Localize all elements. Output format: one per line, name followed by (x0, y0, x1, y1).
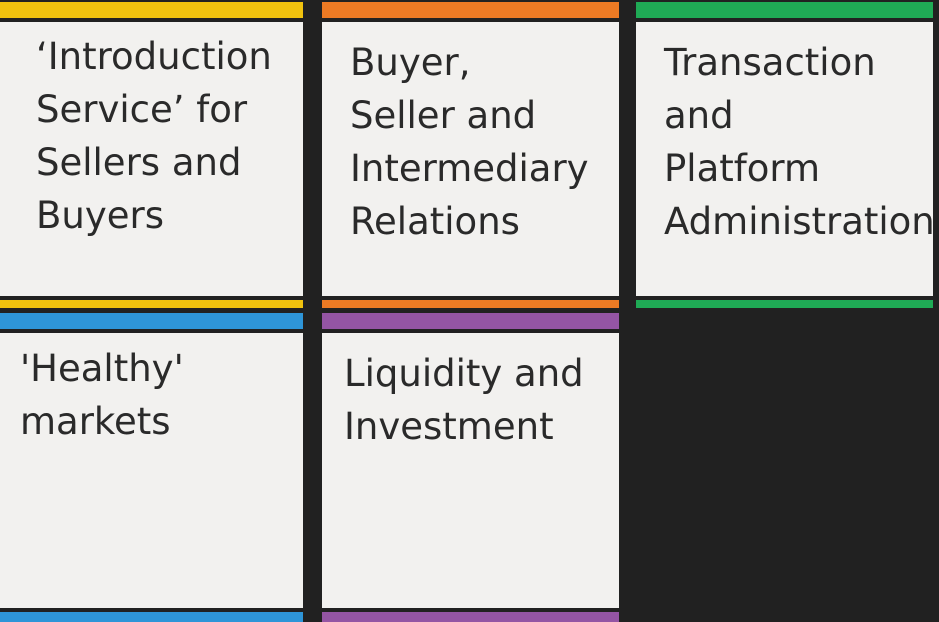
tile-label-line: Sellers and (36, 141, 242, 184)
tile-buyer-seller-relations: Buyer, Seller and Intermediary Relations (322, 0, 619, 312)
tile-top-bar (322, 313, 619, 329)
tile-top-bar (0, 2, 303, 18)
tile-panel: Liquidity and Investment (322, 333, 619, 608)
tile-label-line: markets (20, 400, 171, 443)
tile-top-bar (636, 2, 933, 18)
tile-bottom-bar (636, 300, 933, 308)
tile-label-line: Administration (664, 200, 935, 243)
tile-liquidity-investment: Liquidity and Investment (322, 312, 619, 622)
tile-label-line: Seller and (350, 94, 537, 137)
tile-top-bar (0, 313, 303, 329)
tile-label: Buyer, Seller and Intermediary Relations (350, 36, 589, 248)
tile-label: Transaction and Platform Administration (664, 36, 935, 248)
tile-panel: 'Healthy' markets (0, 333, 303, 608)
tile-bottom-bar (322, 300, 619, 308)
tile-label-line: 'Healthy' (20, 347, 184, 390)
tile-top-bar (322, 2, 619, 18)
tile-bottom-bar (0, 300, 303, 308)
tile-label-line: Buyer, (350, 41, 471, 84)
tile-label-line: ‘Introduction (36, 35, 272, 78)
tile-label: Liquidity and Investment (344, 347, 584, 453)
tile-label-line: Intermediary (350, 147, 589, 190)
tile-label-line: Investment (344, 405, 554, 448)
tile-label-line: Liquidity and (344, 352, 584, 395)
tile-label-line: Buyers (36, 194, 164, 237)
tile-label: 'Healthy' markets (20, 342, 184, 448)
tile-label-line: Relations (350, 200, 520, 243)
tile-label-line: and (664, 94, 734, 137)
tile-introduction-service: ‘Introduction Service’ for Sellers and B… (0, 0, 303, 312)
tile-transaction-platform-admin: Transaction and Platform Administration (636, 0, 935, 312)
tile-panel: ‘Introduction Service’ for Sellers and B… (0, 22, 303, 296)
tile-bottom-bar (0, 612, 303, 622)
tile-label-line: Transaction (664, 41, 876, 84)
tile-healthy-markets: 'Healthy' markets (0, 312, 303, 622)
tile-label-line: Service’ for (36, 88, 248, 131)
tile-label: ‘Introduction Service’ for Sellers and B… (36, 30, 272, 242)
tile-panel: Buyer, Seller and Intermediary Relations (322, 22, 619, 296)
tile-bottom-bar (322, 612, 619, 622)
tile-panel: Transaction and Platform Administration (636, 22, 935, 296)
tile-label-line: Platform (664, 147, 821, 190)
